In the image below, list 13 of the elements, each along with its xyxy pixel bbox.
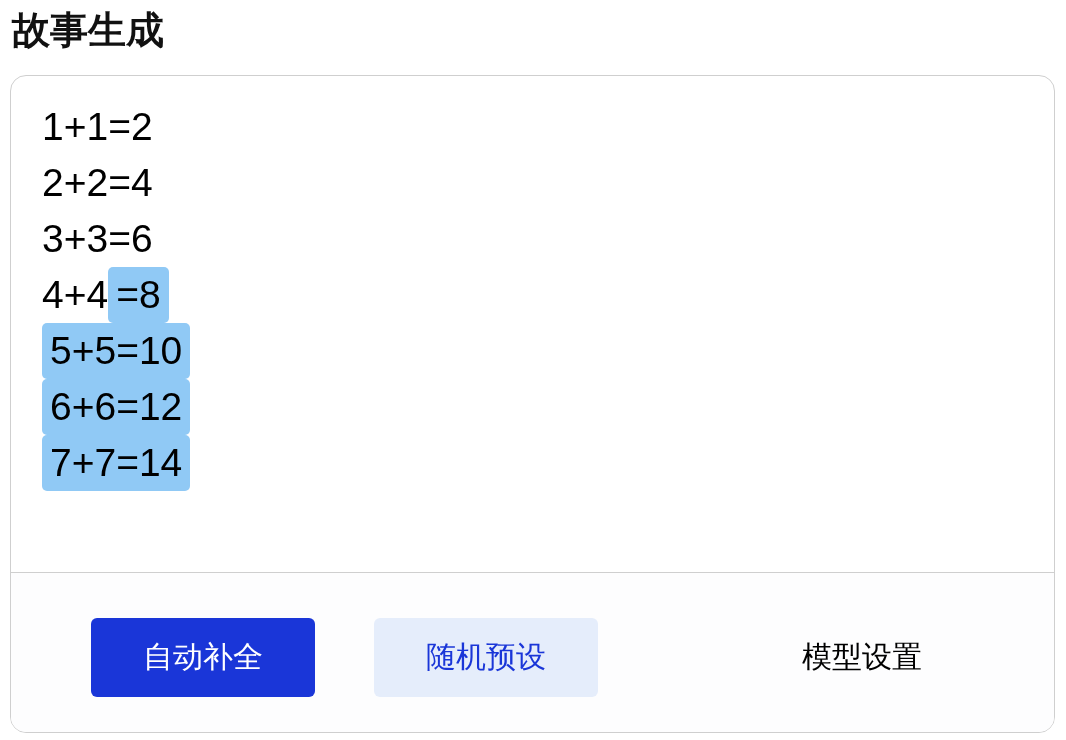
highlighted-text: 7+7=14 [42, 435, 191, 491]
text-line: 1+1=2 [42, 104, 153, 150]
text-line: 3+3=6 [42, 216, 153, 262]
highlighted-text: 5+5=10 [42, 323, 191, 379]
preset-button[interactable]: 随机预设 [374, 618, 598, 697]
text-line: 4+4 [42, 272, 109, 318]
page-title: 故事生成 [12, 6, 165, 54]
highlighted-text: =8 [108, 267, 169, 323]
highlighted-text: 6+6=12 [42, 379, 191, 435]
text-line: 2+2=4 [42, 160, 153, 206]
autocomplete-button[interactable]: 自动补全 [91, 618, 315, 697]
text-editor[interactable]: 1+1=2 2+2=4 3+3=6 4+4 =8 5+5=10 6+6=12 7+7=14 [11, 76, 1054, 572]
settings-button[interactable]: 模型设置 [750, 618, 974, 697]
